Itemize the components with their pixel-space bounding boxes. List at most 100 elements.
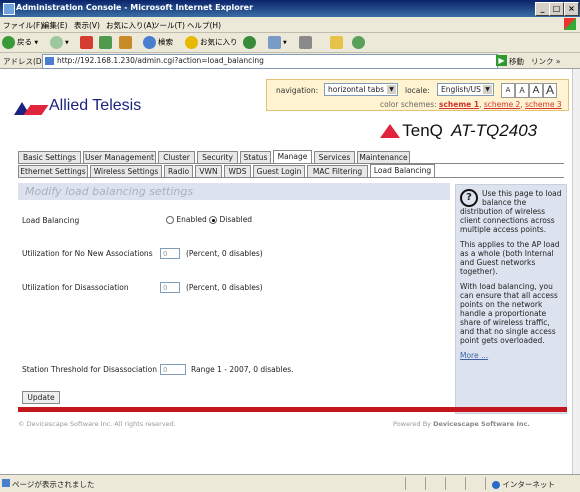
search-label: 検索 (158, 37, 173, 47)
enabled-radio[interactable] (166, 216, 174, 224)
util-no-new-input[interactable]: 0 (160, 248, 180, 259)
scheme-2-link[interactable]: scheme 2 (484, 100, 520, 109)
folder-icon (330, 36, 343, 49)
footer-bar (18, 407, 567, 412)
url-text: http://192.168.1.230/admin.cgi?action=lo… (57, 56, 264, 65)
minimize-button[interactable]: _ (535, 2, 550, 16)
copyright-text: © Devicescape Software Inc. All rights r… (18, 420, 176, 428)
favorites-button[interactable]: お気に入り (185, 36, 238, 49)
go-arrow-icon[interactable]: ▶ (496, 55, 507, 66)
links-button[interactable]: リンク » (531, 56, 560, 67)
menu-file[interactable]: ファイル(F) (3, 20, 43, 31)
window-title: Administration Console - Microsoft Inter… (16, 3, 254, 12)
zone-label: インターネット (502, 480, 555, 489)
address-bar: アドレス(D) http://192.168.1.230/admin.cgi?a… (0, 53, 580, 69)
menu-help[interactable]: ヘルプ(H) (187, 20, 221, 31)
powered-by-text: Powered By Devicescape Software Inc. (393, 420, 530, 428)
tenq-logo-icon (380, 124, 400, 138)
menu-view[interactable]: 表示(V) (74, 20, 100, 31)
navigation-value: horizontal tabs (328, 85, 384, 94)
allied-telesis-logo: Allied Telesis (14, 97, 141, 115)
station-threshold-hint: Range 1 - 2007, 0 disables. (191, 365, 294, 374)
scheme-1-link[interactable]: scheme 1 (439, 100, 479, 109)
locale-select[interactable]: English/US ▼ (437, 83, 494, 96)
font-size-large-button[interactable]: A (543, 83, 557, 98)
disabled-label: Disabled (219, 215, 253, 224)
history-icon (243, 36, 256, 49)
update-button[interactable]: Update (22, 391, 60, 404)
color-schemes-label: color schemes: (380, 100, 437, 109)
url-input[interactable]: http://192.168.1.230/admin.cgi?action=lo… (42, 54, 498, 69)
status-text: ページが表示されました (12, 480, 95, 489)
page-title: Modify load balancing settings (18, 183, 450, 200)
vertical-scrollbar[interactable] (572, 69, 580, 474)
mail-button[interactable]: ▾ (268, 36, 287, 49)
load-balancing-options: Enabled Disabled (166, 215, 252, 224)
tenq-name: TenQ (402, 121, 443, 140)
refresh-button[interactable] (99, 36, 114, 49)
station-threshold-input[interactable]: 0 (160, 364, 186, 375)
windows-logo-icon (564, 18, 576, 30)
chevron-down-icon: ▼ (483, 85, 492, 94)
menu-tools[interactable]: ツール(T) (152, 20, 185, 31)
print-icon (299, 36, 312, 49)
navigation-select[interactable]: horizontal tabs ▼ (324, 83, 398, 96)
main-tabs-divider (18, 163, 564, 164)
menu-favorites[interactable]: お気に入り(A) (106, 20, 154, 31)
stop-button[interactable] (80, 36, 95, 49)
edit-button[interactable] (330, 36, 345, 49)
home-icon (119, 36, 132, 49)
search-button[interactable]: 検索 (143, 36, 173, 49)
mail-icon (268, 36, 281, 49)
help-question-icon: ? (460, 189, 478, 207)
page-viewport: Allied Telesis navigation: horizontal ta… (0, 69, 572, 474)
menu-edit[interactable]: 編集(E) (42, 20, 68, 31)
page-status-icon (2, 479, 10, 487)
util-disassoc-hint: (Percent, 0 disables) (186, 283, 263, 292)
util-disassoc-label: Utilization for Disassociation (22, 283, 129, 292)
title-bar: Administration Console - Microsoft Inter… (0, 0, 580, 17)
status-divider (465, 477, 466, 490)
navigation-label: navigation: (276, 86, 319, 95)
status-divider (405, 477, 406, 490)
messenger-button[interactable] (352, 36, 367, 49)
home-button[interactable] (119, 36, 134, 49)
locale-value: English/US (441, 85, 481, 94)
toolbar: 戻る ▾ ▾ 検索 お気に入り ▾ (0, 33, 580, 53)
model-name: AT-TQ2403 (451, 121, 538, 140)
chevron-down-icon: ▼ (387, 85, 396, 94)
security-zone: インターネット (492, 479, 555, 490)
address-label: アドレス(D) (3, 57, 45, 66)
util-no-new-hint: (Percent, 0 disables) (186, 249, 263, 258)
print-button[interactable] (299, 36, 314, 49)
status-divider (425, 477, 426, 490)
sub-tabs-divider (18, 177, 564, 178)
more-link[interactable]: More ... (460, 351, 488, 360)
disabled-radio[interactable] (209, 216, 218, 224)
back-arrow-icon (2, 36, 15, 49)
go-button[interactable]: 移動 (509, 56, 524, 67)
favorites-label: お気に入り (200, 37, 238, 47)
forward-button[interactable]: ▾ (50, 36, 69, 49)
history-button[interactable] (243, 36, 258, 49)
help-panel: ? Use this page to load balance the dist… (455, 184, 567, 414)
ie-app-icon (3, 3, 15, 15)
page-icon (45, 57, 54, 65)
tab-load-balancing[interactable]: Load Balancing (370, 164, 435, 178)
menu-bar: ファイル(F) 編集(E) 表示(V) お気に入り(A) ツール(T) ヘルプ(… (0, 17, 580, 33)
back-label: 戻る (17, 37, 32, 47)
scheme-3-link[interactable]: scheme 3 (525, 100, 561, 109)
close-button[interactable]: × (564, 2, 579, 16)
util-disassoc-input[interactable]: 0 (160, 282, 180, 293)
font-size-xsmall-button[interactable]: A (501, 83, 515, 98)
font-size-medium-button[interactable]: A (529, 83, 543, 98)
tab-manage[interactable]: Manage (273, 150, 312, 164)
help-paragraph-3: With load balancing, you can ensure that… (460, 282, 558, 345)
back-button[interactable]: 戻る ▾ (2, 36, 38, 49)
font-size-small-button[interactable]: A (515, 83, 529, 98)
status-divider (445, 477, 446, 490)
load-balancing-form: Modify load balancing settings Load Bala… (18, 179, 450, 409)
globe-icon (492, 481, 500, 489)
util-no-new-label: Utilization for No New Associations (22, 249, 153, 258)
maximize-button[interactable]: □ (549, 2, 564, 16)
